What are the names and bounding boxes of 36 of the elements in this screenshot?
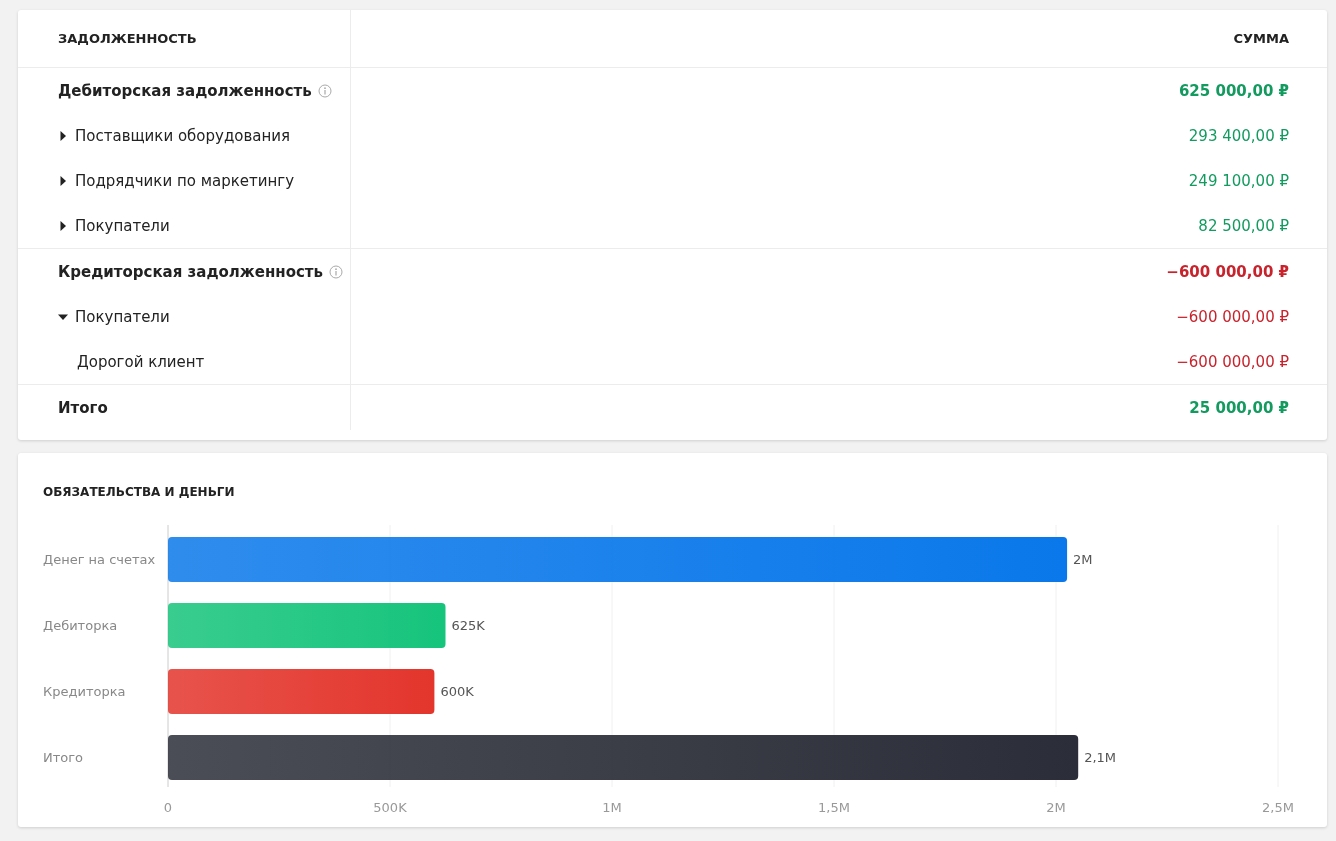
amount-text: 625 000,00 ₽ — [1178, 81, 1289, 100]
item-label: Поставщики оборудования — [75, 126, 291, 145]
tick-label: 0 — [163, 800, 173, 815]
column-header: СУММА — [1233, 31, 1289, 46]
item-label: Покупатели — [75, 307, 170, 326]
amount-text: 82 500,00 ₽ — [1198, 216, 1289, 235]
tick-label: 1M — [602, 800, 622, 815]
amount-text: −600 000,00 ₽ — [1176, 352, 1289, 371]
value-label: 2,1M — [1084, 750, 1117, 765]
tick-label: 2,5M — [1262, 800, 1294, 815]
category-label: Итого — [43, 750, 84, 765]
category-label: Кредиторка — [43, 684, 126, 699]
amount-text: 25 000,00 ₽ — [1189, 398, 1289, 417]
amount-text: 293 400,00 ₽ — [1188, 126, 1289, 145]
category-label: Дебиторка — [43, 618, 118, 633]
amount-text: −600 000,00 ₽ — [1176, 307, 1289, 326]
tick-label: 500K — [373, 800, 407, 815]
caret-right-icon[interactable] — [58, 220, 68, 231]
caret-right-icon[interactable] — [58, 130, 68, 141]
item-label: Дорогой клиент — [77, 352, 205, 371]
value-label: 625K — [451, 618, 485, 633]
tick-label: 2M — [1046, 800, 1066, 815]
group-label: Кредиторская задолженность — [58, 262, 324, 281]
item-label: Покупатели — [75, 216, 170, 235]
chart-title: ОБЯЗАТЕЛЬСТВА И ДЕНЬГИ — [43, 485, 235, 499]
value-label: 2M — [1073, 552, 1093, 567]
tick-label: 1,5M — [818, 800, 850, 815]
column-header: ЗАДОЛЖЕННОСТЬ — [58, 31, 197, 46]
caret-right-icon[interactable] — [58, 175, 68, 186]
amount-text: 249 100,00 ₽ — [1188, 171, 1289, 190]
amount-text: −600 000,00 ₽ — [1166, 262, 1289, 281]
category-label: Денег на счетах — [43, 552, 156, 567]
total-label: Итого — [58, 398, 108, 417]
value-label: 600K — [440, 684, 474, 699]
item-label: Подрядчики по маркетингу — [75, 171, 295, 190]
group-label: Дебиторская задолженность — [58, 81, 312, 100]
